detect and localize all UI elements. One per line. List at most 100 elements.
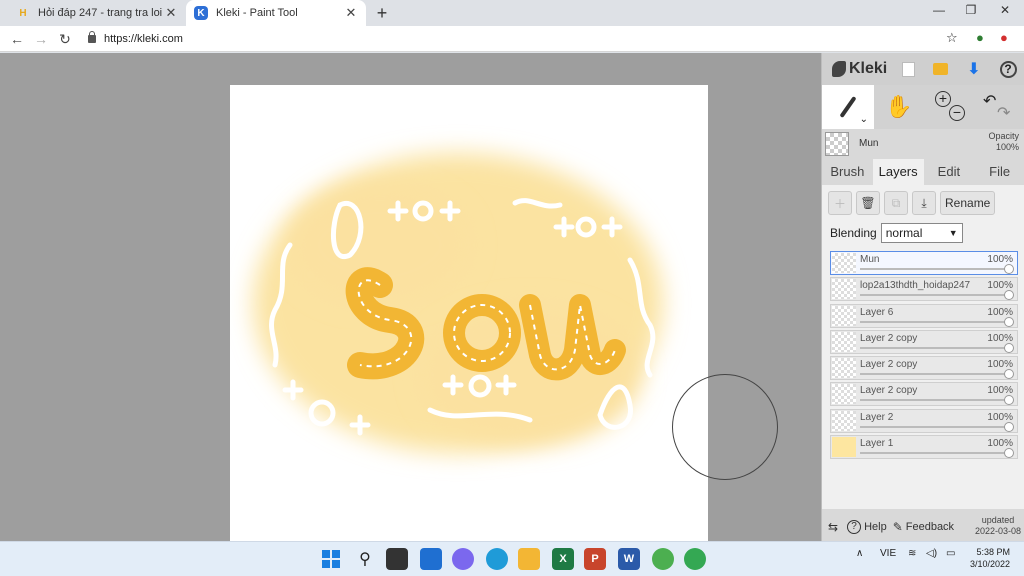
slider-knob[interactable] — [1004, 342, 1014, 353]
brush-icon — [839, 96, 857, 118]
layer-preview-row: Mun Opacity 100% — [822, 129, 1024, 159]
dropdown-arrow-icon: ▼ — [948, 228, 958, 238]
help-link[interactable]: ? Help — [847, 520, 887, 534]
chat-icon[interactable] — [452, 548, 474, 570]
bookmark-star-icon[interactable]: ☆ — [946, 30, 958, 48]
slider-knob[interactable] — [1004, 290, 1014, 301]
layer-opacity-slider[interactable] — [860, 320, 1010, 323]
rename-layer-button[interactable]: Rename — [940, 191, 996, 215]
wifi-icon[interactable]: ≋ — [908, 548, 916, 559]
excel-icon[interactable]: X — [552, 548, 574, 570]
chevron-up-icon[interactable]: ∧ — [856, 548, 863, 559]
feedback-link[interactable]: ✎ Feedback — [893, 520, 954, 534]
delete-layer-button[interactable]: 🗑 — [856, 191, 880, 215]
tab-title: Kleki - Paint Tool — [216, 7, 298, 19]
tab-edit[interactable]: Edit — [924, 159, 975, 185]
layer-opacity-slider[interactable] — [860, 373, 1010, 376]
current-layer-name: Mun — [859, 138, 879, 149]
file-explorer-icon[interactable] — [518, 548, 540, 570]
layer-item[interactable]: Layer 6 100% — [830, 303, 1018, 328]
new-image-button[interactable] — [898, 59, 918, 79]
drawing-workspace[interactable] — [0, 53, 821, 541]
slider-knob[interactable] — [1004, 316, 1014, 327]
widgets-icon[interactable] — [420, 548, 442, 570]
close-tab-icon[interactable]: ✕ — [344, 5, 358, 21]
back-icon[interactable]: ← — [8, 30, 26, 48]
browser-tab-hoidap[interactable]: H Hỏi đáp 247 - trang tra loi ✕ — [8, 0, 186, 26]
blending-select[interactable]: normal ▼ — [880, 223, 963, 243]
add-layer-button[interactable]: ＋ — [828, 191, 852, 215]
layer-item[interactable]: Layer 2 copy 100% — [830, 382, 1018, 407]
close-tab-icon[interactable]: ✕ — [164, 5, 178, 21]
duplicate-layer-button[interactable]: ⧉ — [884, 191, 908, 215]
edge-icon[interactable] — [486, 548, 508, 570]
layer-opacity-slider[interactable] — [860, 346, 1010, 349]
restore-icon[interactable]: ❐ — [956, 3, 986, 17]
tab-layers[interactable]: Layers — [872, 159, 924, 185]
battery-icon[interactable]: ▭ — [946, 548, 955, 559]
layer-item[interactable]: lop2a13thdth_hoidap247 100% — [830, 277, 1018, 302]
help-label: Help — [864, 521, 887, 533]
layer-name: Layer 2 — [860, 411, 894, 423]
layer-opacity-slider[interactable] — [860, 425, 1010, 428]
merge-layer-button[interactable]: ⤓ — [912, 191, 936, 215]
tab-brush[interactable]: Brush — [822, 159, 873, 185]
blending-value: normal — [885, 226, 923, 240]
layer-item[interactable]: Layer 1 100% — [830, 435, 1018, 460]
zoom-controls[interactable]: + − — [926, 85, 972, 129]
open-file-button[interactable] — [930, 59, 950, 79]
trash-icon: 🗑 — [860, 196, 876, 210]
extension-icon[interactable]: ● — [976, 30, 984, 48]
slider-knob[interactable] — [1004, 395, 1014, 406]
slider-knob[interactable] — [1004, 421, 1014, 432]
layer-item[interactable]: Layer 2 copy 100% — [830, 356, 1018, 381]
brush-tool-button[interactable]: ⌄ — [822, 85, 874, 129]
panel-footer: ⇆ ? Help ✎ Feedback updated 2022-03-08 — [822, 513, 1024, 541]
start-menu-button[interactable] — [320, 548, 342, 570]
slider-knob[interactable] — [1004, 448, 1014, 459]
powerpoint-icon[interactable]: P — [584, 548, 606, 570]
layer-item[interactable]: Layer 2 copy 100% — [830, 329, 1018, 354]
layer-item[interactable]: Mun 100% — [830, 251, 1018, 275]
window-close-icon[interactable]: ✕ — [990, 3, 1020, 17]
drawing-canvas[interactable] — [230, 85, 708, 541]
help-icon: ? — [847, 520, 862, 534]
swap-ui-button[interactable]: ⇆ — [828, 520, 841, 534]
new-tab-icon[interactable]: + — [372, 3, 392, 24]
zoom-out-icon[interactable]: − — [949, 105, 965, 121]
layer-opacity-slider[interactable] — [860, 294, 1010, 297]
zoom-in-icon[interactable]: + — [935, 91, 951, 107]
layer-thumbnail — [832, 253, 856, 273]
layer-opacity-slider[interactable] — [860, 452, 1010, 455]
layer-item[interactable]: Layer 2 100% — [830, 408, 1018, 433]
task-view-icon[interactable] — [386, 548, 408, 570]
slider-knob[interactable] — [1004, 264, 1014, 274]
chrome-profile-icon[interactable] — [684, 548, 706, 570]
language-indicator[interactable]: VIE — [880, 548, 896, 559]
kleki-logo-icon — [832, 61, 846, 77]
volume-icon[interactable]: ◁) — [926, 548, 937, 559]
chevron-down-icon[interactable]: ⌄ — [860, 114, 868, 125]
slider-knob[interactable] — [1004, 369, 1014, 380]
minimize-icon[interactable]: — — [924, 3, 954, 17]
word-icon[interactable]: W — [618, 548, 640, 570]
reload-icon[interactable]: ↻ — [56, 30, 74, 48]
layer-opacity-slider[interactable] — [860, 268, 1010, 270]
undo-redo-controls[interactable]: ↶ ↷ — [976, 85, 1022, 129]
save-button[interactable]: ⬇ — [964, 59, 984, 79]
forward-icon[interactable]: → — [32, 30, 50, 48]
chrome-icon[interactable] — [652, 548, 674, 570]
browser-tab-kleki[interactable]: K Kleki - Paint Tool ✕ — [186, 0, 366, 26]
layer-opacity-slider[interactable] — [860, 399, 1010, 402]
redo-icon[interactable]: ↷ — [997, 103, 1010, 123]
undo-icon[interactable]: ↶ — [983, 91, 996, 111]
search-icon[interactable]: ⚲ — [354, 548, 376, 570]
blending-row: Blending normal ▼ — [830, 223, 963, 243]
windows-logo-icon — [322, 550, 340, 568]
hand-tool-button[interactable]: ✋ — [876, 85, 922, 129]
profile-icon[interactable]: ● — [1000, 30, 1008, 48]
clock[interactable]: 5:38 PM 3/10/2022 — [970, 546, 1010, 570]
tab-file[interactable]: File — [974, 159, 1024, 185]
url-field[interactable]: https://kleki.com — [88, 30, 183, 48]
help-button[interactable]: ? — [998, 59, 1018, 79]
